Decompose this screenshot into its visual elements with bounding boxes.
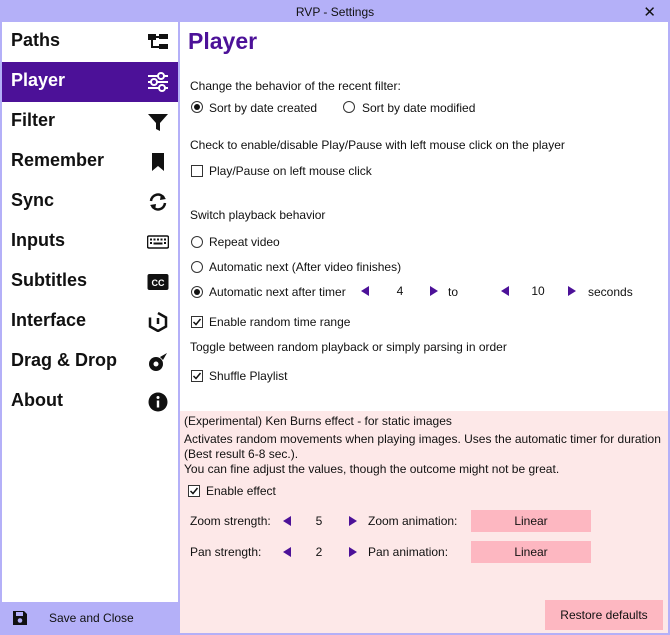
repeat-video-radio[interactable] [191, 236, 203, 248]
save-label: Save and Close [49, 611, 134, 625]
sync-icon [149, 193, 167, 211]
save-and-close-button[interactable]: Save and Close [2, 602, 178, 633]
ken-burns-description-1: Activates random movements when playing … [184, 432, 661, 446]
ken-burns-heading: (Experimental) Ken Burns effect - for st… [184, 414, 452, 428]
sidebar: Paths Player Filter Remember Sync Inputs… [2, 22, 178, 602]
ken-burns-description-2: (Best result 6-8 sec.). [184, 447, 299, 461]
filter-icon [148, 114, 168, 131]
decrement-arrow-icon[interactable] [500, 285, 510, 297]
checkmark-icon [189, 487, 199, 495]
bookmark-icon [152, 153, 164, 171]
page-title: Player [188, 28, 258, 54]
sidebar-item-about[interactable]: About [2, 382, 178, 422]
decrement-arrow-icon[interactable] [282, 515, 292, 527]
increment-arrow-icon[interactable] [348, 515, 358, 527]
drag-drop-icon [149, 353, 167, 371]
closed-captions-icon: CC [147, 274, 169, 290]
random-time-range-label[interactable]: Enable random time range [209, 315, 350, 329]
zoom-strength-stepper[interactable]: 5 [282, 512, 358, 530]
zoom-animation-label: Zoom animation: [368, 514, 458, 528]
enable-effect-checkbox[interactable] [188, 485, 200, 497]
zoom-strength-value[interactable]: 5 [292, 514, 346, 528]
timer-from-value[interactable]: 4 [370, 284, 430, 298]
close-icon[interactable]: ✕ [643, 3, 656, 21]
player-settings-panel: Player Change the behavior of the recent… [180, 22, 668, 411]
sidebar-item-label: Player [11, 70, 66, 90]
sidebar-item-paths[interactable]: Paths [2, 22, 178, 62]
sidebar-item-subtitles[interactable]: Subtitles CC [2, 262, 178, 302]
sidebar-item-drag-drop[interactable]: Drag & Drop [2, 342, 178, 382]
play-pause-click-checkbox[interactable] [191, 165, 203, 177]
sidebar-item-label: Filter [11, 110, 56, 130]
sidebar-item-label: Subtitles [11, 270, 88, 290]
pan-animation-select[interactable]: Linear [471, 541, 591, 563]
sidebar-item-filter[interactable]: Filter [2, 102, 178, 142]
toggle-heading: Toggle between random playback or simply… [190, 340, 507, 354]
to-label: to [448, 285, 459, 299]
sort-date-modified-radio[interactable] [343, 101, 355, 113]
sidebar-item-player[interactable]: Player [2, 62, 178, 102]
sidebar-item-label: Inputs [11, 230, 65, 250]
sidebar-item-label: About [11, 390, 63, 410]
save-icon [13, 611, 27, 625]
sidebar-item-label: Sync [11, 190, 55, 210]
keyboard-icon [147, 235, 169, 249]
ken-burns-description-3: You can fine adjust the values, though t… [184, 462, 560, 476]
sidebar-item-label: Interface [11, 310, 87, 330]
repeat-video-label[interactable]: Repeat video [209, 235, 280, 249]
zoom-animation-select[interactable]: Linear [471, 510, 591, 532]
sidebar-item-label: Remember [11, 150, 105, 170]
playback-heading: Switch playback behavior [190, 208, 326, 222]
restore-defaults-button[interactable]: Restore defaults [545, 600, 663, 630]
sidebar-item-sync[interactable]: Sync [2, 182, 178, 222]
sort-date-modified-label[interactable]: Sort by date modified [362, 101, 475, 115]
zoom-strength-label: Zoom strength: [190, 514, 271, 528]
sidebar-item-interface[interactable]: Interface [2, 302, 178, 342]
seconds-label: seconds [588, 285, 633, 299]
automatic-timer-label[interactable]: Automatic next after timer [209, 285, 346, 299]
sidebar-item-remember[interactable]: Remember [2, 142, 178, 182]
automatic-timer-radio[interactable] [191, 286, 203, 298]
enable-effect-label[interactable]: Enable effect [206, 484, 276, 498]
increment-arrow-icon[interactable] [429, 285, 439, 297]
random-time-range-checkbox[interactable] [191, 316, 203, 328]
sidebar-item-label: Paths [11, 30, 61, 50]
timer-to-value[interactable]: 10 [510, 284, 566, 298]
timer-from-stepper[interactable]: 4 [360, 282, 440, 300]
pan-strength-stepper[interactable]: 2 [282, 543, 358, 561]
sort-date-created-radio[interactable] [191, 101, 203, 113]
sort-date-created-label[interactable]: Sort by date created [209, 101, 317, 115]
play-pause-click-label[interactable]: Play/Pause on left mouse click [209, 164, 372, 178]
ken-burns-panel: (Experimental) Ken Burns effect - for st… [180, 411, 668, 633]
interface-icon [148, 312, 168, 332]
automatic-next-label[interactable]: Automatic next (After video finishes) [209, 260, 401, 274]
info-icon [148, 392, 168, 412]
pan-strength-value[interactable]: 2 [292, 545, 346, 559]
automatic-next-radio[interactable] [191, 261, 203, 273]
increment-arrow-icon[interactable] [348, 546, 358, 558]
folder-tree-icon [148, 34, 168, 49]
recent-filter-heading: Change the behavior of the recent filter… [190, 79, 401, 93]
window-title: RVP - Settings [295, 5, 375, 19]
shuffle-playlist-label[interactable]: Shuffle Playlist [209, 369, 288, 383]
decrement-arrow-icon[interactable] [360, 285, 370, 297]
increment-arrow-icon[interactable] [567, 285, 577, 297]
sliders-icon [148, 72, 168, 92]
checkmark-icon [192, 372, 202, 380]
click-pause-heading: Check to enable/disable Play/Pause with … [190, 138, 565, 152]
sidebar-item-label: Drag & Drop [11, 350, 118, 370]
shuffle-playlist-checkbox[interactable] [191, 370, 203, 382]
checkmark-icon [192, 318, 202, 326]
decrement-arrow-icon[interactable] [282, 546, 292, 558]
pan-animation-label: Pan animation: [368, 545, 449, 559]
sidebar-item-inputs[interactable]: Inputs [2, 222, 178, 262]
pan-strength-label: Pan strength: [190, 545, 262, 559]
timer-to-stepper[interactable]: 10 [500, 282, 580, 300]
svg-text:CC: CC [152, 278, 165, 288]
